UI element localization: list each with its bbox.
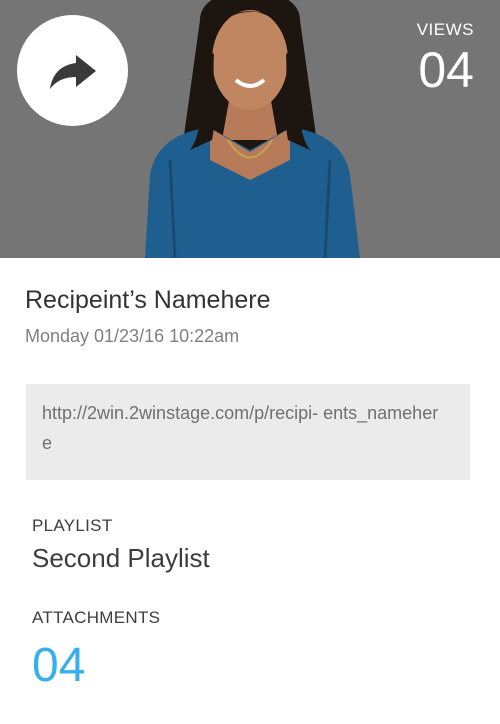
playlist-name: Second Playlist bbox=[32, 543, 210, 573]
views-label: VIEWS bbox=[416, 20, 474, 39]
share-link-box[interactable]: http://2win.2winstage.com/p/recipi- ents… bbox=[26, 384, 470, 480]
attachments-count[interactable]: 04 bbox=[32, 638, 85, 694]
message-detail-card: VIEWS 04 Recipeint’s Namehere Monday 01/… bbox=[0, 0, 500, 724]
playlist-label: PLAYLIST bbox=[32, 516, 113, 535]
sent-timestamp: Monday 01/23/16 10:22am bbox=[25, 326, 240, 346]
share-button[interactable] bbox=[17, 15, 128, 126]
share-arrow-icon bbox=[49, 54, 96, 89]
recipient-name: Recipeint’s Namehere bbox=[25, 286, 271, 314]
views-count: 04 bbox=[418, 42, 474, 98]
recipient-photo-header: VIEWS 04 bbox=[0, 0, 500, 258]
share-link-url[interactable]: http://2win.2winstage.com/p/recipi- ents… bbox=[42, 398, 442, 458]
attachments-label: ATTACHMENTS bbox=[32, 608, 161, 627]
views-counter: VIEWS 04 bbox=[417, 20, 474, 98]
